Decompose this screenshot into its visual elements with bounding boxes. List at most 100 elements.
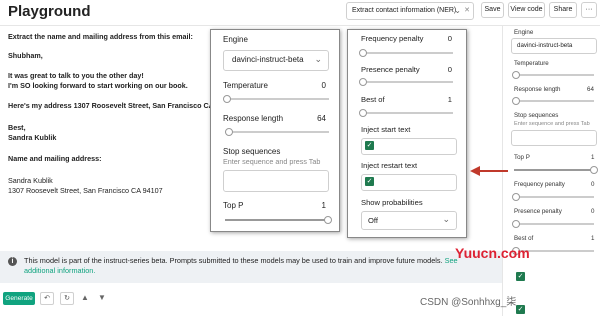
sidebar-engine-select[interactable]: davinci-instruct-beta [511, 38, 597, 54]
presence-penalty-value: 0 [447, 65, 452, 74]
annotation-arrow-icon [470, 166, 508, 176]
editor-line: Shubham, [8, 51, 43, 60]
info-icon: i [8, 257, 17, 266]
editor-line: Here's my address 1307 Roosevelt Street,… [8, 101, 236, 110]
slider-handle[interactable] [359, 78, 367, 86]
undo-icon[interactable]: ↶ [40, 292, 54, 305]
top-p-slider[interactable] [225, 216, 332, 224]
sidebar-response-length-value: 64 [587, 86, 594, 93]
sidebar-response-length-label: Response length [514, 86, 561, 93]
settings-panel-right: Frequency penalty 0 Presence penalty 0 B… [347, 29, 467, 238]
stop-sequences-hint: Enter sequence and press Tab [223, 157, 321, 166]
response-length-slider[interactable] [225, 128, 329, 136]
editor-line: I'm SO looking forward to start working … [8, 81, 188, 90]
editor-line: Sandra Kublik [8, 133, 57, 142]
engine-value: davinci-instruct-beta [232, 55, 304, 64]
sidebar-frequency-penalty-slider[interactable] [512, 193, 594, 201]
best-of-value: 1 [447, 95, 452, 104]
csdn-watermark: CSDN @Sonhhxg_柒 [420, 297, 517, 308]
share-button[interactable]: Share [549, 2, 577, 18]
stop-sequences-label: Stop sequences [223, 147, 281, 156]
sidebar-presence-penalty-label: Presence penalty [514, 208, 562, 215]
sidebar-engine-label: Engine [514, 29, 534, 36]
sidebar-frequency-penalty-label: Frequency penalty [514, 181, 565, 188]
chevron-down-icon: ⌄ [442, 214, 450, 224]
presence-penalty-label: Presence penalty [361, 65, 420, 74]
refresh-icon[interactable]: ↻ [60, 292, 74, 305]
inject-start-checkbox[interactable]: ✓ [365, 141, 374, 150]
completion-line: 1307 Roosevelt Street, San Francisco CA … [8, 186, 163, 195]
slider-handle[interactable] [590, 166, 598, 174]
save-button[interactable]: Save [481, 2, 504, 18]
slider-handle[interactable] [512, 97, 520, 105]
sidebar-temperature-label: Temperature [514, 60, 549, 67]
engine-select[interactable]: davinci-instruct-beta ⌄ [223, 50, 329, 71]
show-probabilities-select[interactable]: Off ⌄ [361, 211, 457, 230]
settings-panel-left: Engine davinci-instruct-beta ⌄ Temperatu… [210, 29, 340, 232]
temperature-value: 0 [321, 81, 326, 90]
site-watermark: Yuucn.com [455, 245, 530, 261]
thumbs-down-icon[interactable]: ▼ [98, 293, 106, 302]
top-p-value: 1 [321, 201, 326, 210]
sidebar-stop-sequences-label: Stop sequences [514, 112, 559, 119]
sidebar-top-p-label: Top P [514, 154, 530, 161]
inject-restart-checkbox[interactable]: ✓ [365, 177, 374, 186]
preset-value: Extract contact information (NER) [352, 7, 457, 14]
more-options-button[interactable]: ··· [581, 2, 597, 18]
clear-icon[interactable]: ✕ [464, 6, 470, 14]
sidebar-top-p-slider[interactable] [514, 166, 598, 174]
sidebar-best-of-label: Best of [514, 235, 534, 242]
sidebar-presence-penalty-slider[interactable] [512, 220, 594, 228]
best-of-slider[interactable] [359, 109, 453, 117]
preset-select[interactable]: Extract contact information (NER) ⌄ ✕ [346, 2, 474, 20]
inject-restart-label: Inject restart text [361, 161, 418, 170]
beta-notice: i This model is part of the instruct-ser… [0, 251, 502, 283]
slider-handle[interactable] [512, 71, 520, 79]
show-probabilities-label: Show probabilities [361, 198, 423, 207]
thumbs-up-icon[interactable]: ▲ [81, 293, 89, 302]
completion-line: Sandra Kublik [8, 176, 53, 185]
slider-handle[interactable] [324, 216, 332, 224]
editor-line: Name and mailing address: [8, 154, 102, 163]
sidebar-stop-sequences-hint: Enter sequence and press Tab [514, 121, 590, 127]
view-code-button[interactable]: View code [508, 2, 545, 18]
slider-handle[interactable] [359, 49, 367, 57]
sidebar-stop-sequences-input[interactable] [511, 130, 597, 146]
sidebar-inject-start-checkbox[interactable]: ✓ [516, 272, 525, 281]
sidebar-engine-value: davinci-instruct-beta [517, 42, 573, 49]
slider-handle[interactable] [512, 220, 520, 228]
chevron-down-icon: ⌄ [454, 6, 461, 15]
response-length-value: 64 [317, 114, 326, 123]
temperature-label: Temperature [223, 81, 268, 90]
chevron-down-icon: ⌄ [314, 54, 322, 64]
sidebar-temperature-slider[interactable] [512, 71, 594, 79]
slider-handle[interactable] [512, 193, 520, 201]
presence-penalty-slider[interactable] [359, 78, 453, 86]
notice-message: This model is part of the instruct-serie… [24, 256, 443, 265]
sidebar-inject-restart-checkbox[interactable]: ✓ [516, 305, 525, 314]
notice-text: This model is part of the instruct-serie… [24, 256, 484, 276]
frequency-penalty-value: 0 [447, 34, 452, 43]
show-probabilities-value: Off [368, 216, 378, 225]
editor-line: Extract the name and mailing address fro… [8, 32, 193, 41]
inject-start-input[interactable]: ✓ [361, 138, 457, 155]
sidebar-best-of-value: 1 [591, 235, 595, 242]
frequency-penalty-slider[interactable] [359, 49, 453, 57]
response-length-label: Response length [223, 114, 284, 123]
sidebar-presence-penalty-value: 0 [591, 208, 595, 215]
inject-restart-input[interactable]: ✓ [361, 174, 457, 191]
slider-handle[interactable] [359, 109, 367, 117]
sidebar-top-p-value: 1 [591, 154, 595, 161]
settings-sidebar: Engine davinci-instruct-beta Temperature… [502, 26, 600, 316]
slider-handle[interactable] [223, 95, 231, 103]
stop-sequences-input[interactable] [223, 170, 329, 192]
editor-line: It was great to talk to you the other da… [8, 71, 144, 80]
frequency-penalty-label: Frequency penalty [361, 34, 424, 43]
temperature-slider[interactable] [223, 95, 329, 103]
sidebar-response-length-slider[interactable] [512, 97, 594, 105]
engine-label: Engine [223, 35, 248, 44]
slider-handle[interactable] [225, 128, 233, 136]
sidebar-frequency-penalty-value: 0 [591, 181, 595, 188]
generate-button[interactable]: Generate [3, 292, 35, 305]
best-of-label: Best of [361, 95, 385, 104]
